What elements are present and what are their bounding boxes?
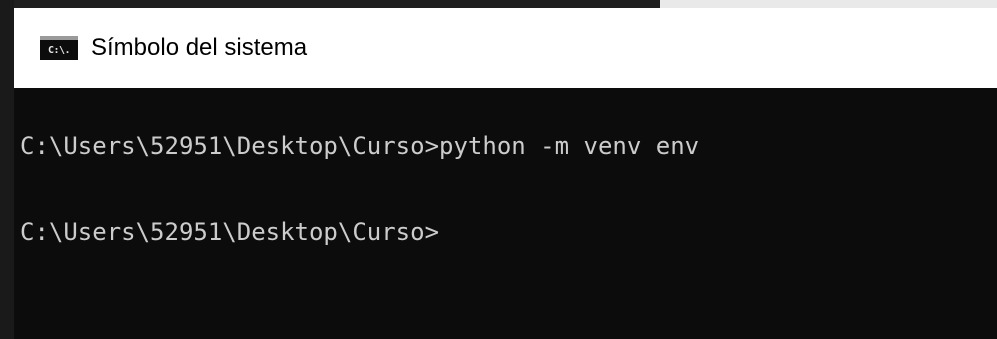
console-output[interactable]: C:\Users\52951\Desktop\Curso>python -m v… [14,88,997,339]
background-window-strip [0,0,14,339]
title-bar[interactable]: C:\. Símbolo del sistema [14,8,997,88]
window-title: Símbolo del sistema [91,34,308,61]
console-prompt-line[interactable]: C:\Users\52951\Desktop\Curso> [20,217,439,247]
cmd-console-icon[interactable]: C:\. [40,36,78,60]
background-window-edge [0,0,997,8]
console-line: C:\Users\52951\Desktop\Curso>python -m v… [20,132,700,160]
screen: C:\. Símbolo del sistema C:\Users\52951\… [0,0,997,339]
command-prompt-window[interactable]: C:\. Símbolo del sistema C:\Users\52951\… [14,8,997,339]
background-window-edge-light [660,0,997,8]
